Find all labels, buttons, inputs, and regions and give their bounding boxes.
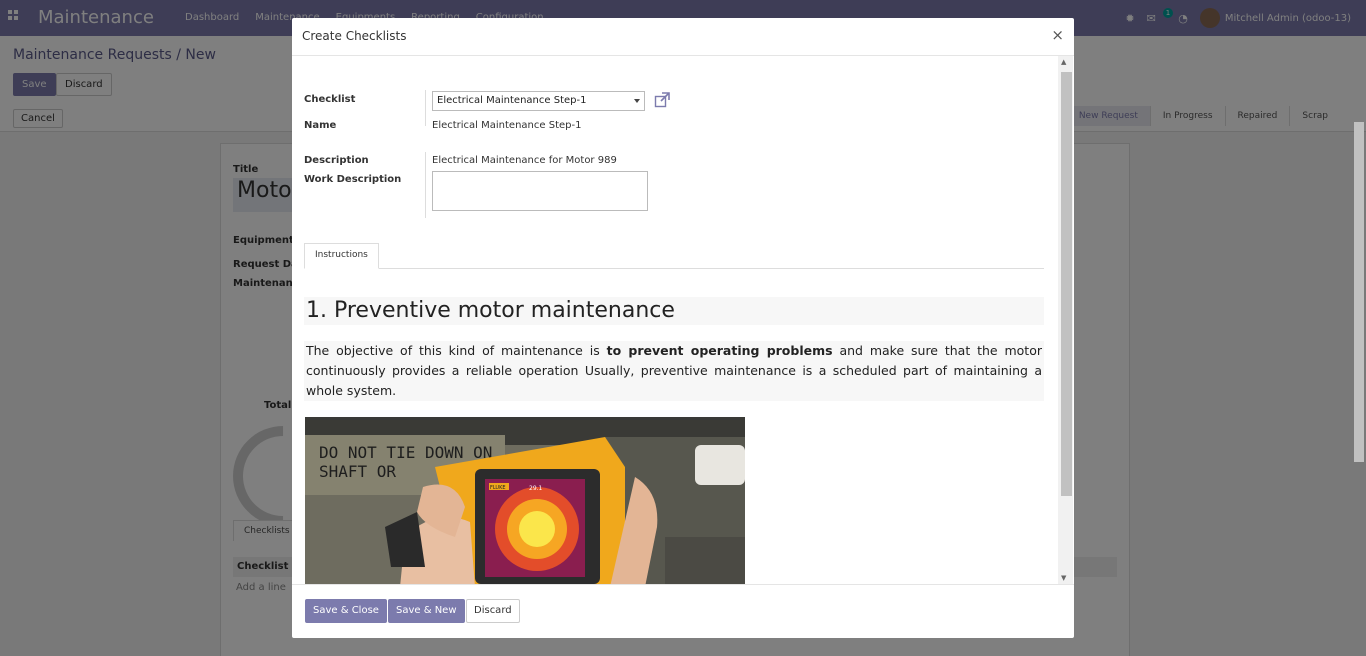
- save-new-button[interactable]: Save & New: [388, 599, 465, 623]
- checklist-select[interactable]: Electrical Maintenance Step-1: [432, 91, 645, 111]
- dialog-footer: Save & Close Save & New Discard: [292, 584, 1074, 638]
- tab-instructions[interactable]: Instructions: [304, 243, 379, 269]
- thermal-camera-photo: DO NOT TIE DOWN ON SHAFT OR FLUKE 29.1: [305, 417, 745, 584]
- dialog-body: Checklist Electrical Maintenance Step-1 …: [292, 56, 1074, 584]
- photo-sign-line1: DO NOT TIE DOWN ON: [319, 443, 492, 462]
- paragraph-text-start: The objective of this kind of maintenanc…: [306, 343, 607, 358]
- dialog-scrollbar[interactable]: ▲ ▼: [1058, 56, 1073, 584]
- dialog-discard-button[interactable]: Discard: [466, 599, 520, 623]
- field-divider: [425, 90, 426, 126]
- description-label: Description: [304, 155, 369, 166]
- dialog-title: Create Checklists: [302, 29, 407, 43]
- scrollbar-thumb[interactable]: [1061, 72, 1072, 496]
- checklist-select-value: Electrical Maintenance Step-1: [437, 95, 587, 106]
- instructions-heading: 1. Preventive motor maintenance: [304, 297, 1044, 325]
- photo-sign-line2: SHAFT OR: [319, 462, 396, 481]
- scroll-up-icon[interactable]: ▲: [1061, 58, 1066, 66]
- name-value: Electrical Maintenance Step-1: [432, 120, 582, 131]
- work-description-input[interactable]: [432, 171, 648, 211]
- description-value: Electrical Maintenance for Motor 989: [432, 155, 617, 166]
- name-label: Name: [304, 120, 337, 131]
- field-divider: [425, 152, 426, 218]
- save-close-button[interactable]: Save & Close: [305, 599, 387, 623]
- checklist-label: Checklist: [304, 94, 356, 105]
- external-link-icon[interactable]: [654, 92, 670, 108]
- instructions-paragraph: The objective of this kind of maintenanc…: [304, 341, 1044, 401]
- photo-camera-brand: FLUKE: [490, 485, 506, 491]
- notebook-tabs: Instructions: [304, 243, 1044, 269]
- caret-down-icon: [634, 99, 640, 103]
- work-description-label: Work Description: [304, 174, 402, 185]
- paragraph-bold-text: to prevent operating problems: [606, 343, 833, 358]
- page-scrollbar[interactable]: [1354, 122, 1364, 462]
- close-icon[interactable]: ×: [1051, 26, 1064, 44]
- scroll-down-icon[interactable]: ▼: [1061, 574, 1066, 582]
- dialog-header: Create Checklists ×: [292, 18, 1074, 56]
- create-checklists-dialog: Create Checklists × Checklist Electrical…: [292, 18, 1074, 638]
- photo-temperature-reading: 29.1: [529, 485, 543, 492]
